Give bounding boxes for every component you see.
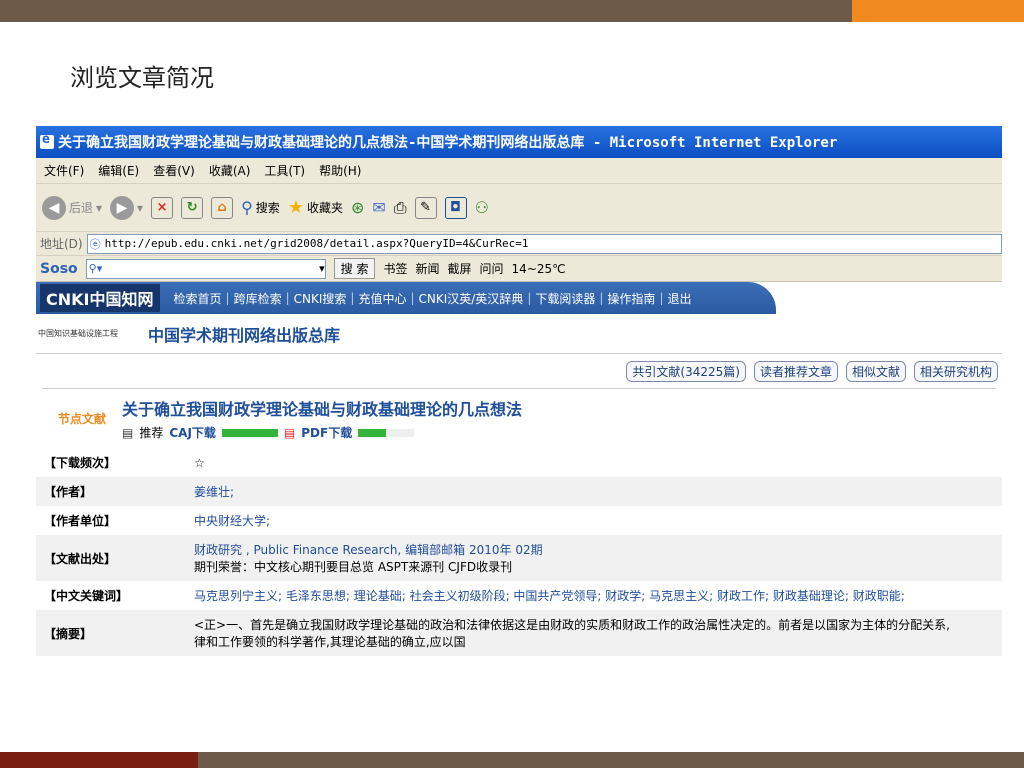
doc-icon: ▤ bbox=[122, 425, 134, 440]
table-row: 【作者单位】 中央财经大学; bbox=[36, 506, 1002, 535]
affiliation-link[interactable]: 中央财经大学; bbox=[186, 506, 1002, 535]
soso-bookmark[interactable]: 书签 bbox=[383, 260, 407, 277]
refresh-icon[interactable]: ↻ bbox=[181, 196, 204, 219]
chevron-down-icon[interactable]: ▾ bbox=[319, 262, 325, 275]
stop-icon[interactable]: × bbox=[151, 196, 174, 219]
table-row: 【文献出处】 财政研究 , Public Finance Research, 编辑… bbox=[36, 535, 1002, 581]
soso-logo[interactable]: Soso bbox=[40, 261, 78, 277]
soso-news[interactable]: 新闻 bbox=[416, 260, 440, 277]
slide-top-bar bbox=[0, 0, 1024, 22]
star-icon: ★ bbox=[287, 197, 304, 218]
keywords[interactable]: 马克思列宁主义; 毛泽东思想; 理论基础; 社会主义初级阶段; 中国共产党领导;… bbox=[186, 581, 1002, 610]
soso-screenshot[interactable]: 截屏 bbox=[448, 260, 472, 277]
pdf-icon: ▤ bbox=[283, 425, 296, 440]
source-link[interactable]: 财政研究 , Public Finance Research, 编辑部邮箱 20… bbox=[194, 541, 994, 558]
brand-small: 中国知识基础设施工程 bbox=[38, 329, 118, 338]
related-institutions-link[interactable]: 相关研究机构 bbox=[913, 360, 998, 382]
back-button[interactable]: ◀ 后退 ▾ bbox=[42, 195, 103, 220]
window-title-bar: 关于确立我国财政学理论基础与财政基础理论的几点想法-中国学术期刊网络出版总库 -… bbox=[36, 126, 1002, 158]
soso-ask[interactable]: 问问 bbox=[480, 260, 504, 277]
menu-file[interactable]: 文件(F) bbox=[44, 162, 84, 179]
slide-top-accent bbox=[852, 0, 1024, 22]
nav-cnki-search[interactable]: CNKI搜索 bbox=[294, 290, 347, 307]
reader-recommend-link[interactable]: 读者推荐文章 bbox=[753, 360, 838, 382]
mail-icon[interactable]: ✉ bbox=[372, 198, 385, 217]
abstract-line-1: <正>一、首先是确立我国财政学理论基础的政治和法律依据这是由财政的实质和财政工作… bbox=[194, 618, 950, 632]
co-citation-link[interactable]: 共引文献(34225篇) bbox=[626, 360, 746, 382]
brand-row: 中国知识基础设施工程 中国学术期刊网络出版总库 bbox=[36, 314, 1002, 354]
nav-logout[interactable]: 退出 bbox=[667, 290, 691, 307]
menu-view[interactable]: 查看(V) bbox=[153, 162, 195, 179]
pdf-download-link[interactable]: PDF下载 bbox=[301, 424, 352, 441]
table-row: 【下载频次】 ☆ bbox=[36, 448, 1002, 477]
menu-favorites[interactable]: 收藏(A) bbox=[209, 162, 251, 179]
menu-edit[interactable]: 编辑(E) bbox=[98, 162, 139, 179]
browser-screenshot: 关于确立我国财政学理论基础与财政基础理论的几点想法-中国学术期刊网络出版总库 -… bbox=[36, 126, 1002, 722]
back-arrow-icon: ◀ bbox=[42, 195, 66, 220]
brand-title: 中国学术期刊网络出版总库 bbox=[148, 325, 341, 345]
nav-reader[interactable]: 下载阅读器 bbox=[535, 290, 595, 307]
slide-bottom-accent bbox=[0, 752, 198, 768]
menu-tools[interactable]: 工具(T) bbox=[264, 162, 305, 179]
ie-icon bbox=[40, 132, 54, 149]
table-row: 【中文关键词】 马克思列宁主义; 毛泽东思想; 理论基础; 社会主义初级阶段; 中… bbox=[36, 581, 1002, 610]
users-icon[interactable]: ⚇ bbox=[475, 198, 489, 217]
weather-text: 14~25℃ bbox=[511, 261, 566, 276]
cnki-logo[interactable]: CNKI中国知网 bbox=[40, 284, 160, 312]
nav-dictionary[interactable]: CNKI汉英/英汉辞典 bbox=[419, 290, 524, 307]
address-label: 地址(D) bbox=[40, 237, 83, 251]
related-links: 共引文献(34225篇) 读者推荐文章 相似文献 相关研究机构 bbox=[36, 354, 1002, 388]
messenger-icon[interactable]: ◘ bbox=[444, 196, 467, 219]
forward-button[interactable]: ▶ ▾ bbox=[110, 195, 144, 220]
soso-search-input[interactable]: ⚲▾ ▾ bbox=[85, 258, 326, 279]
nav-recharge[interactable]: 充值中心 bbox=[358, 290, 406, 307]
history-icon[interactable]: ⊛ bbox=[351, 198, 364, 217]
address-bar: 地址(D) ⓔ http://epub.edu.cnki.net/grid2008… bbox=[36, 232, 1002, 256]
search-icon: ⚲ bbox=[241, 198, 253, 217]
home-icon[interactable]: ⌂ bbox=[211, 196, 234, 219]
menu-help[interactable]: 帮助(H) bbox=[319, 162, 361, 179]
abstract-line-2: 律和工作要领的科学著作,其理论基础的确立,应以国 bbox=[194, 635, 466, 649]
pdf-progress-bar bbox=[358, 428, 415, 437]
article-header: 节点文献 关于确立我国财政学理论基础与财政基础理论的几点想法 ▤ 推荐 CAJ下… bbox=[42, 388, 996, 448]
node-doc-badge: 节点文献 bbox=[57, 412, 106, 426]
ie-page-icon: ⓔ bbox=[89, 237, 101, 251]
favorites-button[interactable]: ★ 收藏夹 bbox=[288, 197, 343, 218]
table-row: 【作者】 姜维壮; bbox=[36, 477, 1002, 506]
nav-guide[interactable]: 操作指南 bbox=[607, 290, 655, 307]
table-row: 【摘要】 <正>一、首先是确立我国财政学理论基础的政治和法律依据这是由财政的实质和… bbox=[36, 610, 1002, 656]
similar-docs-link[interactable]: 相似文献 bbox=[845, 360, 906, 382]
download-rating: ☆ bbox=[194, 455, 205, 470]
chevron-down-icon: ▾ bbox=[137, 200, 144, 215]
search-button[interactable]: ⚲ 搜索 bbox=[241, 198, 280, 217]
soso-search-button[interactable]: 搜 索 bbox=[333, 258, 376, 279]
caj-progress-bar bbox=[221, 428, 278, 437]
soso-toolbar: Soso ⚲▾ ▾ 搜 索 书签 新闻 截屏 问问 14~25℃ bbox=[36, 256, 1002, 282]
menu-bar: 文件(F) 编辑(E) 查看(V) 收藏(A) 工具(T) 帮助(H) bbox=[36, 158, 1002, 184]
recommend-link[interactable]: 推荐 bbox=[139, 424, 163, 441]
slide-bottom-bar bbox=[0, 752, 1024, 768]
address-input[interactable]: ⓔ http://epub.edu.cnki.net/grid2008/detai… bbox=[86, 233, 1002, 254]
caj-download-link[interactable]: CAJ下载 bbox=[169, 424, 216, 441]
forward-arrow-icon: ▶ bbox=[110, 195, 135, 220]
window-title: 关于确立我国财政学理论基础与财政基础理论的几点想法-中国学术期刊网络出版总库 -… bbox=[58, 135, 838, 151]
slide-title: 浏览文章简况 bbox=[70, 64, 214, 92]
article-title: 关于确立我国财政学理论基础与财政基础理论的几点想法 bbox=[122, 400, 523, 419]
author-link[interactable]: 姜维壮; bbox=[186, 477, 1002, 506]
journal-honors: 期刊荣誉：中文核心期刊要目总览 ASPT来源刊 CJFD收录刊 bbox=[194, 560, 513, 574]
cnki-nav-bar: CNKI中国知网 检索首页 | 跨库检索 | CNKI搜索 | 充值中心 | CNKI汉… bbox=[36, 282, 776, 314]
nav-cross-db[interactable]: 跨库检索 bbox=[234, 290, 282, 307]
search-icon: ⚲▾ bbox=[88, 262, 103, 275]
chevron-down-icon: ▾ bbox=[96, 200, 103, 215]
print-icon[interactable]: ⎙ bbox=[394, 198, 407, 218]
nav-home[interactable]: 检索首页 bbox=[174, 290, 222, 307]
article-info-table: 【下载频次】 ☆ 【作者】 姜维壮; 【作者单位】 中央财经大学; 【文献出处】 财政研… bbox=[36, 448, 1002, 656]
edit-icon[interactable]: ✎ bbox=[414, 196, 437, 219]
toolbar: ◀ 后退 ▾ ▶ ▾ × ↻ ⌂ ⚲ 搜索 ★ 收藏夹 ⊛ ✉ ⎙ ✎ ◘ ⚇ bbox=[36, 184, 1002, 232]
